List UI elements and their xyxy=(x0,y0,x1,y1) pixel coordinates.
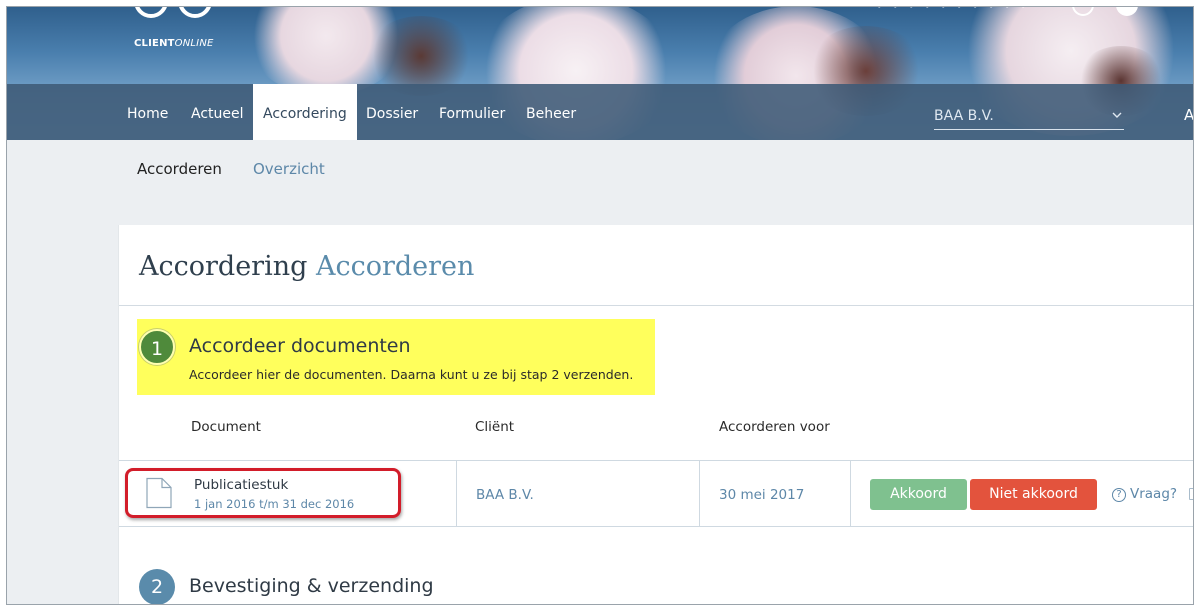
top-right-text: • • • • • • • • • • xyxy=(876,6,1030,13)
content-panel: Accordering Accorderen 1 Accordeer docum… xyxy=(118,225,1194,605)
nav-home[interactable]: Home xyxy=(127,84,168,140)
subnav-accorderen[interactable]: Accorderen xyxy=(137,160,222,178)
column-divider xyxy=(850,461,851,526)
client-select[interactable]: BAA B.V. xyxy=(934,106,1124,130)
document-small-icon[interactable] xyxy=(1189,488,1194,500)
highlight-annotation xyxy=(137,319,655,395)
column-divider xyxy=(456,461,457,526)
column-header-document: Document xyxy=(191,419,261,435)
logo-ring-icon xyxy=(178,6,212,18)
step-2-title: Bevestiging & verzending xyxy=(189,575,434,597)
main-nav: Home Actueel Accordering Dossier Formuli… xyxy=(6,84,1194,140)
page-title: Accordering Accorderen xyxy=(139,251,474,282)
clientonline-logo[interactable]: CLIENTONLINE xyxy=(134,6,224,50)
divider xyxy=(119,305,1194,306)
chevron-down-icon xyxy=(1112,112,1122,118)
vraag-label: Vraag? xyxy=(1130,486,1178,502)
column-header-deadline: Accorderen voor xyxy=(719,419,830,435)
column-divider xyxy=(699,461,700,526)
table-row-border xyxy=(119,460,1194,461)
deadline-value: 30 mei 2017 xyxy=(719,487,805,503)
akkoord-button[interactable]: Akkoord xyxy=(870,479,967,510)
logo-text: CLIENTONLINE xyxy=(134,38,214,49)
step-1-subtitle: Accordeer hier de documenten. Daarna kun… xyxy=(189,367,634,382)
page-title-main: Accordering xyxy=(139,251,308,282)
page-title-accent: Accorderen xyxy=(315,251,475,282)
annotation-red-box xyxy=(125,468,401,518)
table-row-border xyxy=(119,526,1194,527)
column-header-client: Cliënt xyxy=(475,419,515,435)
nav-dossier[interactable]: Dossier xyxy=(366,84,418,140)
logo-ring-icon xyxy=(134,6,168,18)
question-icon: ? xyxy=(1112,488,1126,502)
nav-actueel[interactable]: Actueel xyxy=(191,84,244,140)
header-banner: CLIENTONLINE • • • • • • • • • • Home Ac… xyxy=(6,6,1194,140)
subnav-overzicht[interactable]: Overzicht xyxy=(253,160,325,178)
niet-akkoord-button[interactable]: Niet akkoord xyxy=(970,479,1097,510)
nav-beheer[interactable]: Beheer xyxy=(526,84,576,140)
nav-edge-text[interactable]: A xyxy=(1184,106,1194,124)
step-2-badge: 2 xyxy=(139,569,175,605)
client-select-value: BAA B.V. xyxy=(934,108,994,124)
nav-accordering[interactable]: Accordering xyxy=(253,84,357,140)
step-1-badge: 1 xyxy=(139,329,175,365)
client-link[interactable]: BAA B.V. xyxy=(476,487,534,503)
nav-formulier[interactable]: Formulier xyxy=(439,84,505,140)
app-window: CLIENTONLINE • • • • • • • • • • Home Ac… xyxy=(6,6,1194,605)
vraag-link[interactable]: ? Vraag? xyxy=(1112,486,1177,502)
step-1-title: Accordeer documenten xyxy=(189,335,411,357)
